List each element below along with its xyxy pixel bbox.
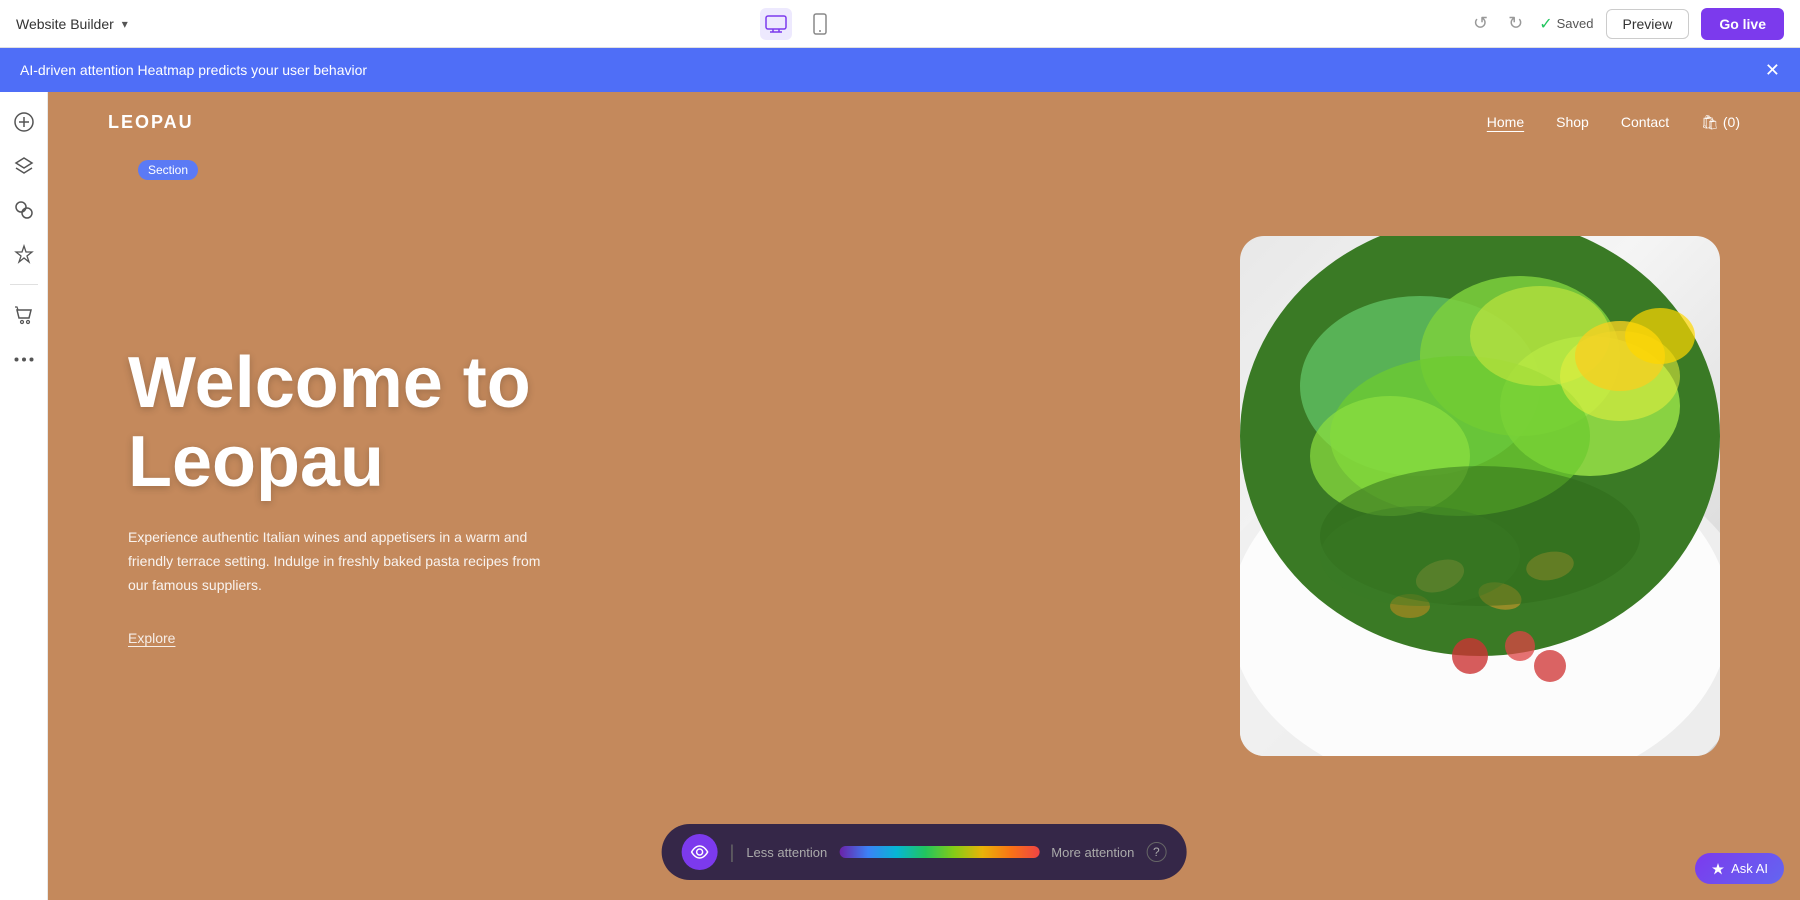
food-image	[1240, 236, 1720, 756]
toolbar-left: Website Builder ▾	[16, 16, 128, 32]
banner-close-button[interactable]: ✕	[1765, 60, 1780, 81]
ask-ai-label: Ask AI	[1731, 861, 1768, 876]
site-logo: LEOPAU	[108, 112, 194, 133]
redo-button[interactable]: ↻	[1504, 9, 1527, 38]
main-layout: LEOPAU Home Shop Contact 🛍 (0) Section	[0, 92, 1800, 900]
nav-contact[interactable]: Contact	[1621, 114, 1669, 130]
go-live-button[interactable]: Go live	[1701, 8, 1784, 40]
explore-button[interactable]: Explore	[128, 630, 175, 646]
sidebar-shop-icon[interactable]	[6, 297, 42, 333]
sidebar-layers-icon[interactable]	[6, 148, 42, 184]
food-image-container	[1240, 236, 1720, 756]
cart-symbol: 🛍	[1701, 114, 1719, 131]
mobile-view-button[interactable]	[804, 8, 836, 40]
preview-button[interactable]: Preview	[1606, 9, 1690, 39]
left-sidebar	[0, 92, 48, 900]
info-icon[interactable]: ?	[1146, 842, 1166, 862]
sidebar-more-icon[interactable]	[6, 341, 42, 377]
ask-ai-button[interactable]: Ask AI	[1695, 853, 1784, 884]
toolbar: Website Builder ▾ ↺ ↻ ✓ Saved Preview Go…	[0, 0, 1800, 48]
toolbar-right: ↺ ↻ ✓ Saved Preview Go live	[1469, 8, 1784, 40]
site-navigation: LEOPAU Home Shop Contact 🛍 (0)	[48, 92, 1800, 152]
saved-check-icon: ✓	[1539, 14, 1552, 34]
more-attention-label: More attention	[1051, 845, 1134, 860]
desktop-view-button[interactable]	[760, 8, 792, 40]
canvas-area: LEOPAU Home Shop Contact 🛍 (0) Section	[48, 92, 1800, 900]
hero-title-line2: Leopau	[128, 422, 384, 502]
banner-text: AI-driven attention Heatmap predicts you…	[20, 62, 367, 78]
hero-title-line1: Welcome to	[128, 343, 531, 423]
sidebar-ai-icon[interactable]	[6, 236, 42, 272]
sidebar-shapes-icon[interactable]	[6, 192, 42, 228]
site-content: Welcome to Leopau Experience authentic I…	[48, 92, 1800, 900]
cart-icon[interactable]: 🛍 (0)	[1701, 114, 1740, 131]
hero-subtitle: Experience authentic Italian wines and a…	[128, 526, 548, 597]
eye-toggle-button[interactable]	[682, 834, 718, 870]
legend-separator: |	[730, 842, 735, 863]
chevron-down-icon[interactable]: ▾	[122, 17, 128, 31]
app-title: Website Builder	[16, 16, 114, 32]
ai-banner: AI-driven attention Heatmap predicts you…	[0, 48, 1800, 92]
site-menu: Home Shop Contact 🛍 (0)	[1487, 114, 1740, 131]
legend-bar: | Less attention More attention ?	[662, 824, 1187, 880]
nav-shop[interactable]: Shop	[1556, 114, 1589, 130]
sidebar-add-icon[interactable]	[6, 104, 42, 140]
saved-status: ✓ Saved	[1539, 14, 1593, 34]
attention-gradient	[839, 846, 1039, 858]
cart-count: (0)	[1723, 114, 1740, 130]
saved-label: Saved	[1557, 16, 1594, 31]
less-attention-label: Less attention	[746, 845, 827, 860]
undo-button[interactable]: ↺	[1469, 9, 1492, 38]
hero-title: Welcome to Leopau	[128, 344, 1200, 502]
toolbar-center	[760, 8, 836, 40]
sidebar-divider	[10, 284, 38, 285]
section-label[interactable]: Section	[138, 160, 198, 180]
nav-home[interactable]: Home	[1487, 114, 1524, 130]
hero-text-section: Welcome to Leopau Experience authentic I…	[128, 344, 1240, 648]
